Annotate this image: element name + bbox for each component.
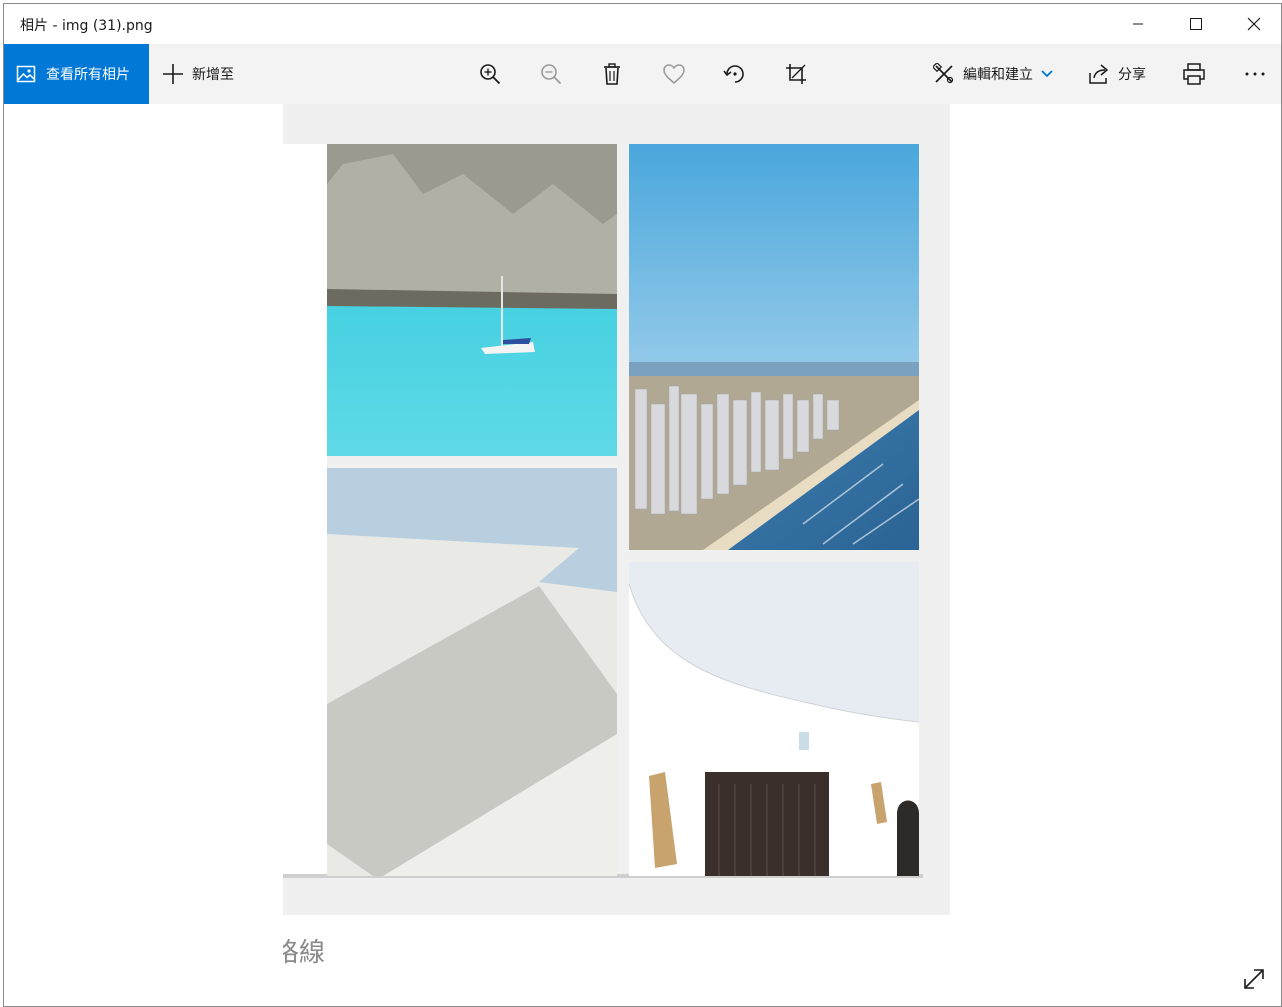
- add-to-button[interactable]: 新增至: [162, 44, 234, 104]
- photo-collage: [283, 144, 923, 878]
- crop-icon: [786, 64, 806, 84]
- share-icon: [1089, 64, 1109, 84]
- maximize-icon: [1190, 18, 1202, 30]
- displayed-photo: [283, 104, 950, 915]
- favorite-button[interactable]: [654, 44, 694, 104]
- trash-icon: [604, 63, 620, 85]
- delete-button[interactable]: [592, 44, 632, 104]
- see-all-photos-label: 查看所有相片: [46, 67, 130, 83]
- zoom-in-button[interactable]: [470, 44, 510, 104]
- close-icon: [1247, 17, 1261, 31]
- see-all-photos-button[interactable]: 查看所有相片: [4, 44, 149, 104]
- add-to-label: 新增至: [192, 67, 234, 83]
- more-dots-icon: [1245, 72, 1265, 76]
- print-button[interactable]: [1174, 44, 1214, 104]
- edit-create-icon: [933, 63, 954, 84]
- chevron-down-icon: [1041, 70, 1053, 78]
- expand-icon: [1244, 969, 1264, 989]
- edit-and-create-label: 編輯和建立: [963, 67, 1033, 83]
- minimize-icon: [1133, 23, 1143, 25]
- plus-icon: [163, 64, 183, 84]
- see-more-button[interactable]: [1235, 44, 1275, 104]
- share-button[interactable]: 分享: [1088, 44, 1146, 104]
- full-screen-button[interactable]: [1234, 959, 1274, 999]
- image-viewer[interactable]: 格線: [4, 104, 1281, 1006]
- rotate-button[interactable]: [715, 44, 755, 104]
- rotate-icon: [723, 65, 744, 83]
- photos-app-window: 相片 - img (31).png 查看所有相片 新增至 編輯和建立 分享 線: [3, 3, 1282, 1007]
- command-bar: 查看所有相片 新增至 編輯和建立 分享: [4, 44, 1281, 104]
- window-title: 相片 - img (31).png: [20, 18, 153, 34]
- edit-and-create-button[interactable]: 編輯和建立: [933, 44, 1053, 104]
- maximize-button[interactable]: [1167, 4, 1225, 44]
- heart-icon: [663, 64, 685, 84]
- picture-icon: [16, 65, 36, 83]
- zoom-out-button[interactable]: [531, 44, 571, 104]
- share-label: 分享: [1118, 67, 1146, 83]
- zoom-out-icon: [541, 64, 562, 85]
- crop-button[interactable]: [776, 44, 816, 104]
- title-bar: 相片 - img (31).png: [4, 4, 1281, 44]
- photo-caption: 格線: [283, 938, 326, 968]
- printer-icon: [1183, 63, 1205, 85]
- zoom-in-icon: [480, 64, 501, 85]
- minimize-button[interactable]: [1109, 4, 1167, 44]
- close-button[interactable]: [1225, 4, 1281, 44]
